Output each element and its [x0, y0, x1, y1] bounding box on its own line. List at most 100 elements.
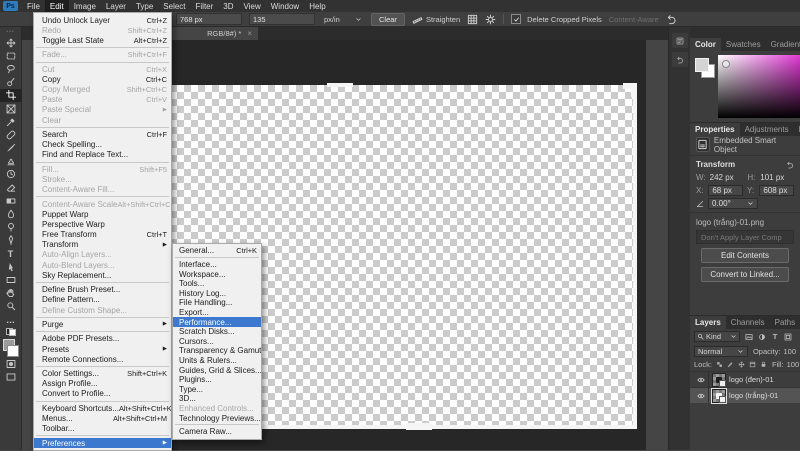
fill-value[interactable]: 100: [787, 360, 800, 369]
angle-input[interactable]: 0.00°: [708, 198, 758, 209]
toolbar-grip[interactable]: •••: [6, 29, 14, 35]
menu-select[interactable]: Select: [158, 0, 190, 12]
preferences-submenu-item-technology-previews[interactable]: Technology Previews...: [173, 413, 261, 423]
edit-menu-item-puppet-warp[interactable]: Puppet Warp: [34, 209, 171, 219]
preferences-submenu-item-guides-grid-slices[interactable]: Guides, Grid & Slices...: [173, 365, 261, 375]
type-tool[interactable]: T: [0, 247, 22, 260]
lock-all-icon[interactable]: [759, 361, 769, 368]
menu-3d[interactable]: 3D: [218, 0, 238, 12]
historybrush-tool[interactable]: [0, 168, 22, 181]
pathselect-tool[interactable]: [0, 260, 22, 273]
quick-mask-button[interactable]: [0, 357, 22, 370]
gradient-tool[interactable]: [0, 194, 22, 207]
lock-paint-icon[interactable]: [726, 361, 736, 368]
preferences-submenu-item-transparency-gamut[interactable]: Transparency & Gamut...: [173, 346, 261, 356]
hand-tool[interactable]: [0, 287, 22, 300]
layer-thumbnail[interactable]: [712, 372, 726, 387]
edit-menu-item-copy[interactable]: Copy Ctrl+C: [34, 74, 171, 84]
marquee-tool[interactable]: [0, 49, 22, 62]
x-input[interactable]: 68 px: [708, 185, 743, 196]
preferences-submenu-item-export[interactable]: Export...: [173, 308, 261, 318]
edit-menu-item-purge[interactable]: Purge ▶: [34, 319, 171, 329]
layers-tab-channels[interactable]: Channels: [726, 316, 770, 329]
preferences-submenu-item-plugins[interactable]: Plugins...: [173, 375, 261, 385]
preferences-submenu-item-performance[interactable]: Performance...: [173, 317, 261, 327]
preferences-submenu-item-workspace[interactable]: Workspace...: [173, 269, 261, 279]
menu-type[interactable]: Type: [131, 0, 158, 12]
edit-menu-item-presets[interactable]: Presets ▶: [34, 344, 171, 354]
blur-tool[interactable]: [0, 207, 22, 220]
color-picker-ring[interactable]: [722, 60, 730, 68]
color-picker-field[interactable]: [718, 55, 800, 118]
menu-help[interactable]: Help: [304, 0, 330, 12]
layer-filter-kind-select[interactable]: Kind: [694, 331, 740, 342]
delete-cropped-pixels-checkbox[interactable]: Delete Cropped Pixels: [511, 14, 602, 24]
preferences-submenu-item-type[interactable]: Type...: [173, 385, 261, 395]
lock-move-icon[interactable]: [737, 361, 747, 368]
preferences-submenu-item-units-rulers[interactable]: Units & Rulers...: [173, 356, 261, 366]
edit-menu-item-adobe-pdf-presets[interactable]: Adobe PDF Presets...: [34, 334, 171, 344]
convert-to-linked-button[interactable]: Convert to Linked...: [701, 267, 789, 282]
crop-width-input[interactable]: 768 px: [176, 13, 242, 25]
edit-menu-item-search[interactable]: Search Ctrl+F: [34, 129, 171, 139]
crop-handle-bottom[interactable]: [406, 423, 432, 430]
background-swatch[interactable]: [6, 345, 19, 358]
preferences-submenu-item-general[interactable]: General... Ctrl+K: [173, 246, 261, 256]
preferences-submenu-item-interface[interactable]: Interface...: [173, 260, 261, 270]
pen-tool[interactable]: [0, 234, 22, 247]
shape-tool[interactable]: [0, 273, 22, 286]
edit-menu-item-undo-unlock-layer[interactable]: Undo Unlock Layer Ctrl+Z: [34, 15, 171, 25]
menu-layer[interactable]: Layer: [101, 0, 131, 12]
clear-button[interactable]: Clear: [371, 12, 405, 26]
y-input[interactable]: 608 px: [759, 185, 794, 196]
default-colors-icon[interactable]: [5, 328, 16, 337]
crop-tool[interactable]: [0, 88, 22, 102]
edit-toolbar[interactable]: …: [0, 313, 22, 326]
crop-resolution-input[interactable]: 135: [249, 13, 315, 25]
edit-menu-item-assign-profile[interactable]: Assign Profile...: [34, 379, 171, 389]
layer-name[interactable]: logo (đen)-01: [729, 375, 774, 384]
edit-menu-item-find-and-replace-text[interactable]: Find and Replace Text...: [34, 150, 171, 160]
menu-image[interactable]: Image: [69, 0, 101, 12]
type-icon[interactable]: T: [769, 332, 781, 341]
layer-visibility-eye-icon[interactable]: [694, 388, 709, 403]
lock-artboard-icon[interactable]: [748, 361, 758, 368]
edit-menu-item-convert-to-profile[interactable]: Convert to Profile...: [34, 389, 171, 399]
preferences-submenu-item-history-log[interactable]: History Log...: [173, 289, 261, 299]
menu-edit[interactable]: Edit: [44, 0, 69, 12]
menu-window[interactable]: Window: [266, 0, 304, 12]
collapsed-panel-icon[interactable]: [671, 52, 688, 67]
edit-menu-item-toolbar[interactable]: Toolbar...: [34, 424, 171, 434]
edit-menu-item-define-pattern[interactable]: Define Pattern...: [34, 295, 171, 305]
crop-handle-top[interactable]: [327, 83, 353, 87]
opacity-value[interactable]: 100: [783, 347, 796, 356]
properties-tab-adjustments[interactable]: Adjustments: [740, 123, 794, 136]
properties-tab-libraries[interactable]: Libraries: [794, 123, 800, 136]
crop-settings-gear-icon[interactable]: [485, 14, 496, 25]
dodge-tool[interactable]: [0, 221, 22, 234]
healing-tool[interactable]: [0, 128, 22, 141]
brush-tool[interactable]: [0, 142, 22, 155]
edit-contents-button[interactable]: Edit Contents: [701, 248, 789, 263]
reset-transform-icon[interactable]: [786, 161, 794, 169]
straighten-button[interactable]: Straighten: [412, 14, 460, 25]
preferences-submenu-item-file-handling[interactable]: File Handling...: [173, 298, 261, 308]
lock-transparency-icon[interactable]: [715, 361, 725, 368]
preferences-submenu-item-scratch-disks[interactable]: Scratch Disks...: [173, 327, 261, 337]
edit-menu-item-define-brush-preset[interactable]: Define Brush Preset...: [34, 285, 171, 295]
frame-icon[interactable]: [782, 332, 794, 341]
adjustment-icon[interactable]: [756, 332, 768, 341]
layer-row[interactable]: logo (đen)-01: [690, 371, 800, 387]
edit-menu-item-color-settings[interactable]: Color Settings... Shift+Ctrl+K: [34, 369, 171, 379]
edit-menu-item-check-spelling[interactable]: Check Spelling...: [34, 140, 171, 150]
menu-filter[interactable]: Filter: [191, 0, 219, 12]
foreground-color-swatch[interactable]: [695, 58, 709, 72]
screen-mode-button[interactable]: [0, 370, 22, 383]
layers-tab-layers[interactable]: Layers: [690, 316, 726, 329]
color-tab-gradients[interactable]: Gradients: [766, 38, 800, 51]
tab-close-icon[interactable]: ×: [247, 29, 252, 38]
color-tab-swatches[interactable]: Swatches: [721, 38, 766, 51]
lasso-tool[interactable]: [0, 62, 22, 75]
zoom-tool[interactable]: [0, 300, 22, 313]
stamp-tool[interactable]: [0, 155, 22, 168]
